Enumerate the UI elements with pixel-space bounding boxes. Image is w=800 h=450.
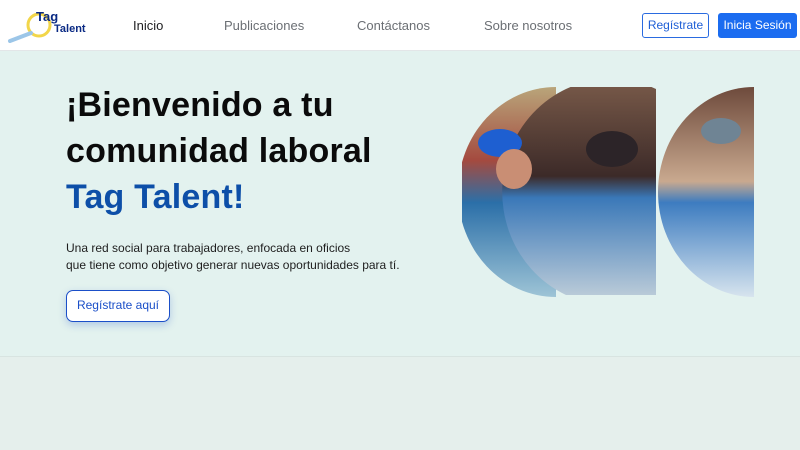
workers-photo-collage bbox=[462, 87, 754, 297]
nav-link-sobre-nosotros[interactable]: Sobre nosotros bbox=[484, 18, 572, 33]
hair-dryer-icon bbox=[586, 131, 638, 167]
hero-description-line2: que tiene como objetivo generar nuevas o… bbox=[66, 258, 400, 272]
top-navbar: Tag Talent Inicio Publicaciones Contácta… bbox=[0, 0, 800, 51]
logo-text-talent: Talent bbox=[54, 23, 86, 35]
register-button[interactable]: Regístrate bbox=[642, 13, 709, 38]
nav-link-inicio[interactable]: Inicio bbox=[133, 18, 163, 33]
hero-title-brand: Tag Talent! bbox=[66, 178, 245, 216]
register-here-button[interactable]: Regístrate aquí bbox=[66, 290, 170, 322]
logo-text-tag: Tag bbox=[36, 9, 59, 24]
photo-panel-craftsman bbox=[658, 87, 754, 297]
hero-description-line1: Una red social para trabajadores, enfoca… bbox=[66, 241, 351, 255]
login-button[interactable]: Inicia Sesión bbox=[718, 13, 797, 38]
hero-section: ¡Bienvenido a tu comunidad laboral Tag T… bbox=[0, 51, 800, 357]
nav-link-contactanos[interactable]: Contáctanos bbox=[357, 18, 430, 33]
page-lower-area bbox=[0, 357, 800, 450]
grey-cap-icon bbox=[701, 118, 741, 144]
nav-link-publicaciones[interactable]: Publicaciones bbox=[224, 18, 304, 33]
tag-talent-logo[interactable]: Tag Talent bbox=[6, 7, 86, 43]
worker-face-shape bbox=[496, 149, 532, 189]
hero-title-line2: comunidad laboral bbox=[66, 132, 372, 170]
hero-title-line1: ¡Bienvenido a tu bbox=[66, 86, 334, 124]
